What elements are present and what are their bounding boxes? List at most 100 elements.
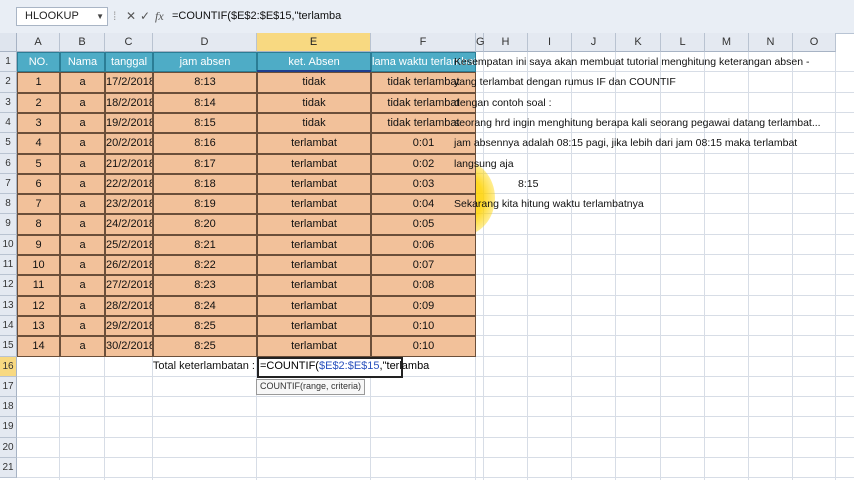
formula-input[interactable]: =COUNTIF($E$2:$E$15,"terlamba bbox=[172, 10, 341, 22]
table-cell[interactable]: a bbox=[60, 154, 105, 174]
table-header-cell[interactable]: tanggal bbox=[105, 52, 153, 72]
table-cell[interactable]: 26/2/2018 bbox=[105, 255, 153, 275]
table-cell[interactable]: 6 bbox=[17, 174, 60, 194]
table-cell[interactable]: 8:19 bbox=[153, 194, 257, 214]
table-cell[interactable]: 4 bbox=[17, 133, 60, 154]
table-header-cell[interactable]: ket. Absen bbox=[257, 52, 371, 72]
table-cell[interactable]: a bbox=[60, 336, 105, 357]
table-cell[interactable]: 0:06 bbox=[371, 235, 476, 255]
table-cell[interactable]: 8:15 bbox=[153, 113, 257, 133]
table-cell[interactable]: terlambat bbox=[257, 296, 371, 316]
table-cell[interactable]: 30/2/2018 bbox=[105, 336, 153, 357]
table-cell[interactable]: 8:25 bbox=[153, 316, 257, 336]
column-header-o[interactable]: O bbox=[793, 33, 836, 52]
table-cell[interactable]: 29/2/2018 bbox=[105, 316, 153, 336]
column-header-f[interactable]: F bbox=[371, 33, 476, 52]
table-cell[interactable]: 5 bbox=[17, 154, 60, 174]
table-cell[interactable]: 12 bbox=[17, 296, 60, 316]
column-header-c[interactable]: C bbox=[105, 33, 153, 52]
table-cell[interactable]: a bbox=[60, 235, 105, 255]
table-cell[interactable]: terlambat bbox=[257, 214, 371, 235]
table-cell[interactable]: terlambat bbox=[257, 275, 371, 296]
table-cell[interactable]: a bbox=[60, 275, 105, 296]
table-cell[interactable]: 23/2/2018 bbox=[105, 194, 153, 214]
active-cell-editor[interactable]: =COUNTIF($E$2:$E$15,"terlamba bbox=[257, 357, 429, 378]
row-header-12[interactable]: 12 bbox=[0, 275, 17, 296]
table-cell[interactable]: 8:18 bbox=[153, 174, 257, 194]
table-cell[interactable]: 0:05 bbox=[371, 214, 476, 235]
row-header-6[interactable]: 6 bbox=[0, 154, 17, 174]
table-cell[interactable]: 0:08 bbox=[371, 275, 476, 296]
table-cell[interactable]: 0:09 bbox=[371, 296, 476, 316]
row-header-5[interactable]: 5 bbox=[0, 133, 17, 154]
row-header-18[interactable]: 18 bbox=[0, 397, 17, 417]
column-header-n[interactable]: N bbox=[749, 33, 793, 52]
select-all-button[interactable] bbox=[0, 33, 17, 52]
table-header-cell[interactable]: jam absen bbox=[153, 52, 257, 72]
table-cell[interactable]: 8 bbox=[17, 214, 60, 235]
table-cell[interactable]: 10 bbox=[17, 255, 60, 275]
table-header-cell[interactable]: NO. bbox=[17, 52, 60, 72]
row-header-21[interactable]: 21 bbox=[0, 458, 17, 478]
table-cell[interactable]: 8:25 bbox=[153, 336, 257, 357]
row-header-15[interactable]: 15 bbox=[0, 336, 17, 357]
table-cell[interactable]: 22/2/2018 bbox=[105, 174, 153, 194]
column-header-i[interactable]: I bbox=[528, 33, 572, 52]
table-cell[interactable]: a bbox=[60, 72, 105, 93]
table-cell[interactable]: 19/2/2018 bbox=[105, 113, 153, 133]
table-cell[interactable]: 0:07 bbox=[371, 255, 476, 275]
table-cell[interactable]: terlambat bbox=[257, 255, 371, 275]
table-cell[interactable]: 0:10 bbox=[371, 336, 476, 357]
table-cell[interactable]: terlambat bbox=[257, 316, 371, 336]
column-header-k[interactable]: K bbox=[616, 33, 661, 52]
table-cell[interactable]: terlambat bbox=[257, 336, 371, 357]
column-header-j[interactable]: J bbox=[572, 33, 616, 52]
table-cell[interactable]: a bbox=[60, 93, 105, 113]
row-header-2[interactable]: 2 bbox=[0, 72, 17, 93]
table-cell[interactable]: 8:13 bbox=[153, 72, 257, 93]
table-cell[interactable]: a bbox=[60, 255, 105, 275]
table-cell[interactable]: 17/2/2018 bbox=[105, 72, 153, 93]
table-cell[interactable]: 1 bbox=[17, 72, 60, 93]
table-cell[interactable]: 8:14 bbox=[153, 93, 257, 113]
table-cell[interactable]: 3 bbox=[17, 113, 60, 133]
table-cell[interactable]: a bbox=[60, 113, 105, 133]
table-cell[interactable]: a bbox=[60, 214, 105, 235]
row-header-3[interactable]: 3 bbox=[0, 93, 17, 113]
row-header-13[interactable]: 13 bbox=[0, 296, 17, 316]
table-cell[interactable]: 18/2/2018 bbox=[105, 93, 153, 113]
table-cell[interactable]: 0:03 bbox=[371, 174, 476, 194]
row-header-19[interactable]: 19 bbox=[0, 417, 17, 438]
insert-function-icon[interactable]: fx bbox=[155, 9, 164, 23]
table-cell[interactable]: 28/2/2018 bbox=[105, 296, 153, 316]
column-header-l[interactable]: L bbox=[661, 33, 705, 52]
table-cell[interactable]: 20/2/2018 bbox=[105, 133, 153, 154]
table-cell[interactable]: 0:10 bbox=[371, 316, 476, 336]
table-cell[interactable]: tidak bbox=[257, 93, 371, 113]
table-cell[interactable]: terlambat bbox=[257, 174, 371, 194]
column-header-b[interactable]: B bbox=[60, 33, 105, 52]
table-cell[interactable]: 11 bbox=[17, 275, 60, 296]
chevron-down-icon[interactable]: ▼ bbox=[96, 8, 104, 25]
row-header-10[interactable]: 10 bbox=[0, 235, 17, 255]
row-header-17[interactable]: 17 bbox=[0, 377, 17, 397]
table-cell[interactable]: 8:23 bbox=[153, 275, 257, 296]
table-cell[interactable]: terlambat bbox=[257, 235, 371, 255]
row-header-16[interactable]: 16 bbox=[0, 357, 17, 377]
table-cell[interactable]: a bbox=[60, 174, 105, 194]
table-cell[interactable]: tidak bbox=[257, 113, 371, 133]
table-cell[interactable]: 8:24 bbox=[153, 296, 257, 316]
table-cell[interactable]: 27/2/2018 bbox=[105, 275, 153, 296]
row-header-8[interactable]: 8 bbox=[0, 194, 17, 214]
column-header-e[interactable]: E bbox=[257, 33, 371, 52]
column-header-m[interactable]: M bbox=[705, 33, 749, 52]
table-cell[interactable]: 8:16 bbox=[153, 133, 257, 154]
table-cell[interactable]: a bbox=[60, 194, 105, 214]
row-header-4[interactable]: 4 bbox=[0, 113, 17, 133]
table-cell[interactable]: 25/2/2018 bbox=[105, 235, 153, 255]
column-header-g[interactable]: G bbox=[476, 33, 485, 52]
table-cell[interactable]: 14 bbox=[17, 336, 60, 357]
table-cell[interactable]: 13 bbox=[17, 316, 60, 336]
table-cell[interactable]: 24/2/2018 bbox=[105, 214, 153, 235]
table-cell[interactable]: terlambat bbox=[257, 154, 371, 174]
